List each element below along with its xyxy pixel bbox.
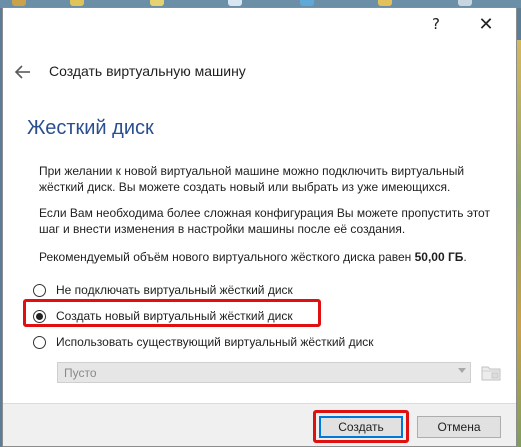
radio-button[interactable] [33,335,46,349]
recommended-size-suffix: . [463,250,467,264]
close-icon: ✕ [478,13,494,35]
wizard-page: Жесткий диск При желании к новой виртуал… [3,87,516,403]
description-paragraph: При желании к новой виртуальной машине м… [39,164,465,194]
desktop-background-edge [517,40,521,447]
option-no-disk[interactable]: Не подключать виртуальный жёсткий диск [33,280,293,300]
desktop-icon [378,0,392,6]
desktop-icon [70,0,84,6]
recommended-size-value: 50,00 ГБ [414,250,464,264]
recommended-size-paragraph: Рекомендуемый объём нового виртуального … [39,249,509,265]
help-icon: ? [432,15,440,33]
create-vm-dialog: ? ✕ Создать виртуальную машину Жесткий д… [2,7,517,447]
page-title: Жесткий диск [27,117,154,139]
option-label: Не подключать виртуальный жёсткий диск [56,283,293,297]
recommended-size-text: Рекомендуемый объём нового виртуального … [39,250,415,264]
dialog-footer: Создать Отмена [3,403,516,446]
wizard-header: Создать виртуальную машину [3,58,516,88]
cancel-button[interactable]: Отмена [417,416,501,438]
desktop-icon [300,0,314,6]
cancel-button-label: Отмена [437,420,481,434]
existing-disk-select[interactable]: Пусто [57,362,471,383]
red-highlight-box [23,299,321,327]
close-button[interactable]: ✕ [464,10,508,38]
existing-disk-value: Пусто [64,366,97,380]
red-highlight-box [313,410,409,443]
option-label: Использовать существующий виртуальный жё… [56,335,374,349]
desktop-icon [12,0,26,6]
desktop-icon [228,0,242,6]
desktop-icon [150,0,164,6]
folder-browse-icon[interactable] [479,361,503,383]
option-use-existing-disk[interactable]: Использовать существующий виртуальный жё… [33,332,374,352]
help-button[interactable]: ? [414,10,458,38]
back-arrow-icon[interactable] [13,62,33,82]
chevron-down-icon [458,368,466,373]
title-bar: ? ✕ [3,8,516,40]
wizard-title: Создать виртуальную машину [49,63,246,79]
advanced-config-paragraph: Если Вам необходима более сложная конфиг… [39,206,490,236]
radio-button[interactable] [33,283,46,297]
desktop-icon [458,0,472,6]
